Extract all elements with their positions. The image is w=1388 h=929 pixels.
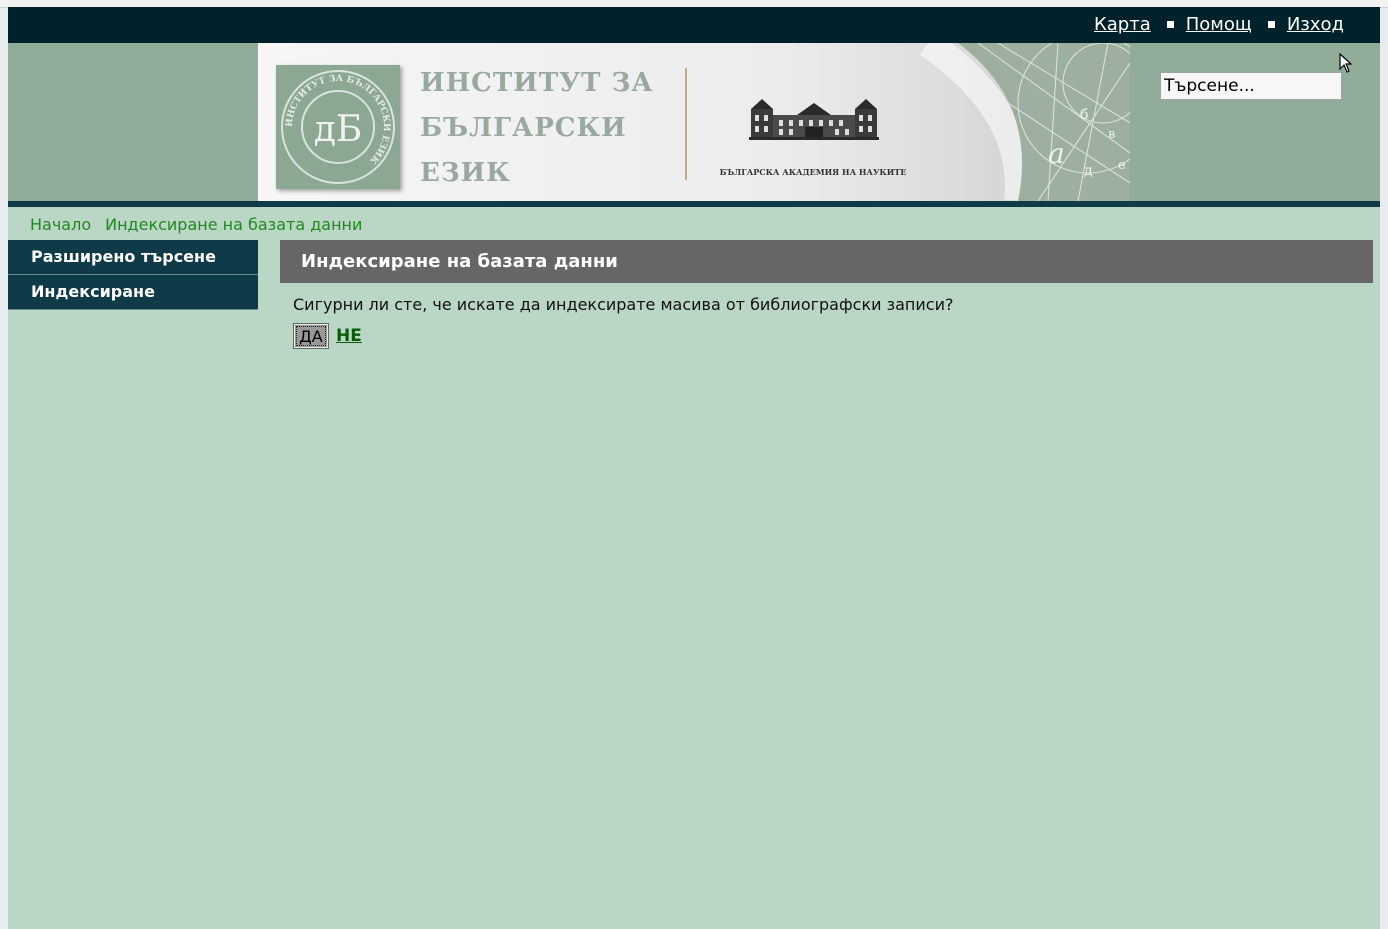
confirm-actions: ДА НЕ [293,323,362,349]
institute-name-line: ИНСТИТУТ ЗА [420,68,654,98]
top-bar: Карта Помощ Изход [8,7,1380,43]
banner-letter: д [1084,163,1093,179]
institute-name: ИНСТИТУТ ЗА БЪЛГАРСКИ ЕЗИК [420,61,654,196]
yes-button[interactable]: ДА [293,323,329,349]
institute-name-line: БЪЛГАРСКИ [420,113,627,143]
institute-name-line: ЕЗИК [420,158,511,188]
sidebar: Разширено търсене Индексиране [8,240,258,310]
logo-emblem: ИНСТИТУТ ЗА БЪЛГАРСКИ ЕЗИК дБ [281,70,395,184]
banner-letter: е [1118,158,1126,173]
breadcrumb-home[interactable]: Начало [30,215,91,234]
page-title: Индексиране на базата данни [280,240,1373,283]
logo-monogram: дБ [314,109,363,150]
banner-letter: а [1048,137,1065,170]
institute-logo: ИНСТИТУТ ЗА БЪЛГАРСКИ ЕЗИК дБ [276,65,400,189]
breadcrumb-current: Индексиране на базата данни [105,215,363,234]
sidebar-item-advanced-search[interactable]: Разширено търсене [8,240,258,275]
header-banner: а б в д е ИНСТИТУТ ЗА БЪЛГАРСКИ ЕЗИК дБ [258,43,1130,201]
academy-building-icon [749,99,879,140]
sitemap-link[interactable]: Карта [1094,14,1151,35]
logout-link[interactable]: Изход [1287,14,1344,35]
site-header: а б в д е ИНСТИТУТ ЗА БЪЛГАРСКИ ЕЗИК дБ [8,43,1380,201]
header-stripe [8,201,1380,207]
no-link[interactable]: НЕ [336,326,362,346]
mouse-pointer-icon [1339,53,1353,73]
help-link[interactable]: Помощ [1186,14,1252,35]
top-links: Карта Помощ Изход [1094,14,1344,35]
banner-letter: б [1080,107,1088,123]
confirm-question: Сигурни ли сте, че искате да индексирате… [293,295,954,314]
bullet-square-icon [1166,21,1174,28]
breadcrumb: Начало Индексиране на базата данни [30,215,362,234]
sidebar-item-indexing[interactable]: Индексиране [8,275,258,310]
page-frame: Карта Помощ Изход а б в д е ИНСТИТУТ ЗА … [8,7,1380,929]
search-input[interactable] [1160,72,1342,100]
bullet-square-icon [1267,21,1275,28]
banner-divider [685,68,687,180]
banner-letter: в [1108,127,1115,142]
academy-label: БЪЛГАРСКА АКАДЕМИЯ НА НАУКИТЕ [719,167,907,177]
